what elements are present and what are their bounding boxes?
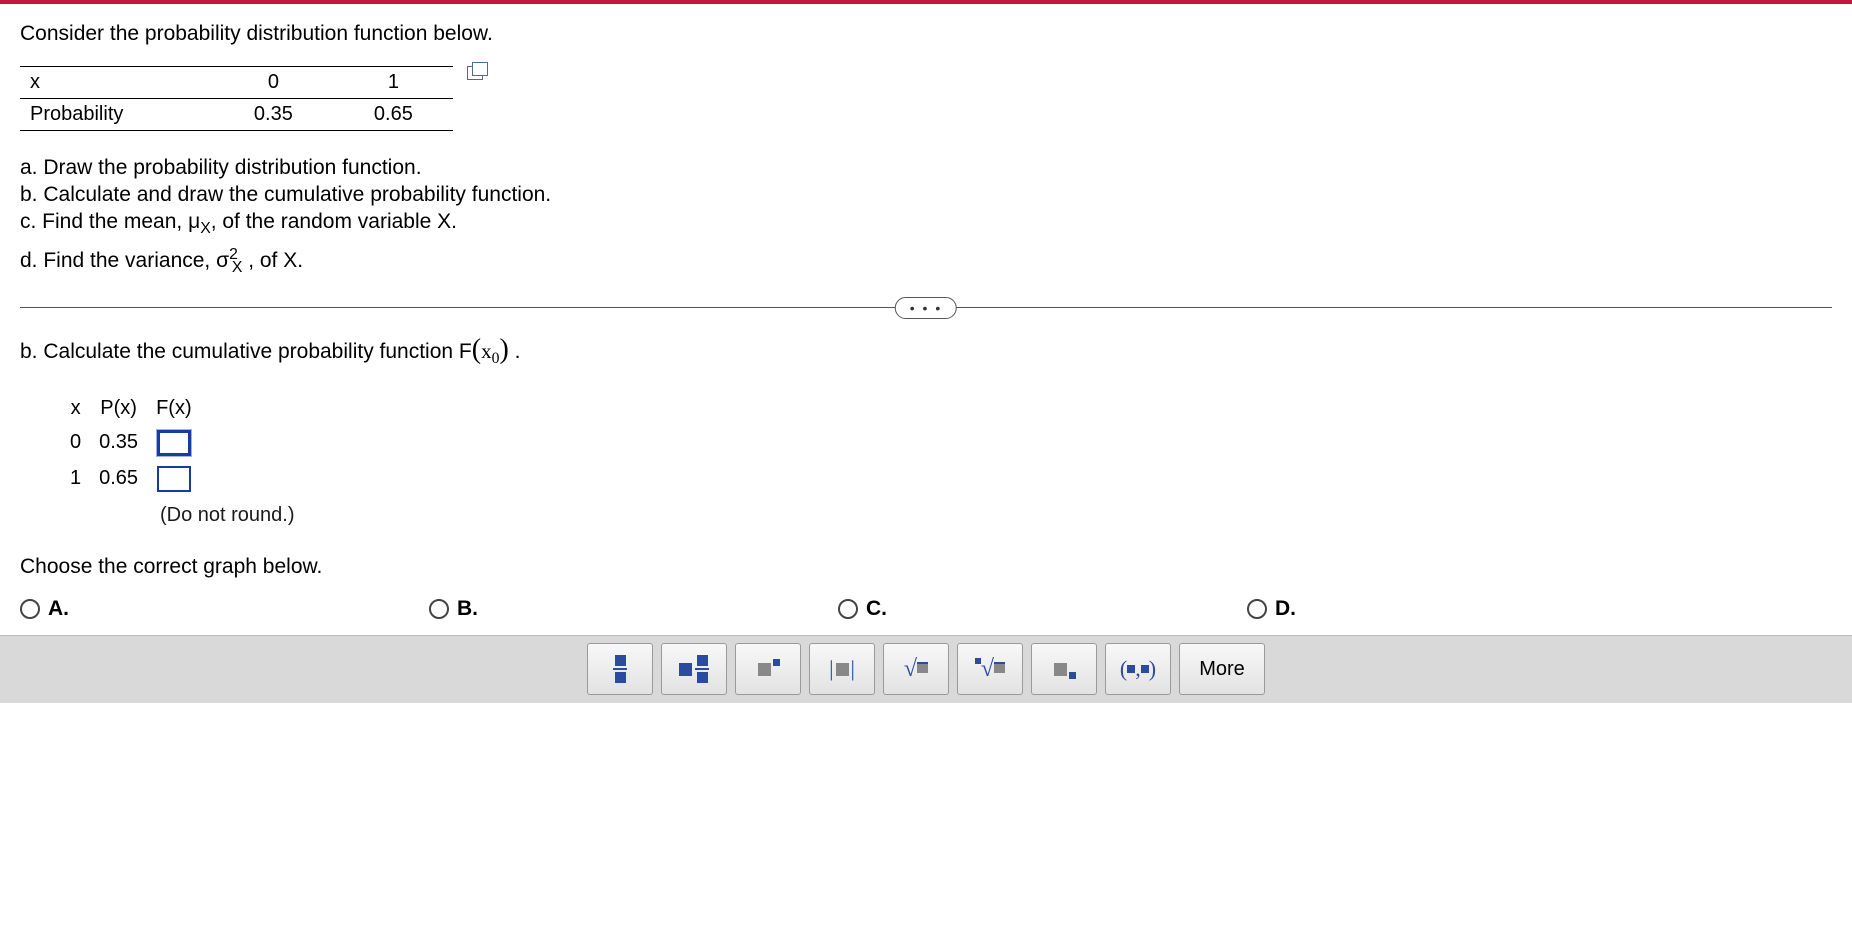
- content-area: Consider the probability distribution fu…: [0, 4, 1852, 621]
- option-b-label: B.: [457, 597, 478, 621]
- fx-input-0[interactable]: [157, 430, 191, 456]
- part-a: a. Draw the probability distribution fun…: [20, 156, 1832, 180]
- section-divider: • • •: [20, 307, 1832, 308]
- graph-options: A. B. C. D.: [20, 597, 1832, 621]
- part-c-text-end: , of the random variable X.: [211, 210, 457, 233]
- part-b: b. Calculate and draw the cumulative pro…: [20, 183, 1832, 207]
- cdf-cell-px: 0.35: [91, 426, 146, 460]
- option-c-label: C.: [866, 597, 887, 621]
- no-round-hint: (Do not round.): [160, 504, 1832, 527]
- part-c: c. Find the mean, μX, of the random vari…: [20, 210, 1832, 238]
- part-d-text-end: , of X.: [242, 249, 303, 272]
- section-b-text-end: .: [509, 340, 521, 363]
- question-prompt: Consider the probability distribution fu…: [20, 22, 1832, 46]
- subscript-x: X: [232, 259, 243, 276]
- arg-x: x: [481, 339, 492, 363]
- option-b[interactable]: B.: [429, 597, 478, 621]
- option-a-label: A.: [48, 597, 69, 621]
- more-button[interactable]: More: [1179, 643, 1265, 695]
- part-d-text: d. Find the variance, σ: [20, 249, 229, 272]
- option-d[interactable]: D.: [1247, 597, 1296, 621]
- ordered-pair-button[interactable]: (,): [1105, 643, 1171, 695]
- fraction-button[interactable]: [587, 643, 653, 695]
- table-cell: 0: [213, 67, 333, 99]
- radio-icon: [429, 599, 449, 619]
- table-cell: 0.65: [333, 99, 453, 131]
- paren-open: (: [472, 334, 481, 365]
- copy-icon[interactable]: [467, 66, 483, 80]
- fx-input-1[interactable]: [157, 466, 191, 492]
- cdf-header-x: x: [62, 393, 89, 424]
- math-toolbar: || √ √ (,) More: [0, 635, 1852, 703]
- cdf-input-cell: [148, 462, 200, 496]
- subscript-x: X: [200, 220, 211, 237]
- section-b-text: b. Calculate the cumulative probability …: [20, 340, 472, 363]
- sqrt-button[interactable]: √: [883, 643, 949, 695]
- question-parts: a. Draw the probability distribution fun…: [20, 156, 1832, 277]
- mixed-fraction-button[interactable]: [661, 643, 727, 695]
- table-header-probability: Probability: [20, 99, 213, 131]
- cdf-header-fx: F(x): [148, 393, 200, 424]
- table-header-x: x: [20, 67, 213, 99]
- radio-icon: [838, 599, 858, 619]
- cdf-table: x P(x) F(x) 0 0.35 1 0.65: [60, 391, 202, 498]
- section-b-prompt: b. Calculate the cumulative probability …: [20, 334, 1832, 368]
- option-a[interactable]: A.: [20, 597, 69, 621]
- cdf-header-px: P(x): [91, 393, 146, 424]
- paren-close: ): [499, 334, 508, 365]
- table-cell: 1: [333, 67, 453, 99]
- option-c[interactable]: C.: [838, 597, 887, 621]
- option-d-label: D.: [1275, 597, 1296, 621]
- table-cell: 0.35: [213, 99, 333, 131]
- choose-graph-label: Choose the correct graph below.: [20, 555, 1832, 579]
- cdf-input-cell: [148, 426, 200, 460]
- subscript-button[interactable]: [1031, 643, 1097, 695]
- expand-pill[interactable]: • • •: [895, 297, 957, 319]
- part-c-text: c. Find the mean, μ: [20, 210, 200, 233]
- probability-table: x 0 1 Probability 0.35 0.65: [20, 66, 453, 131]
- part-d: d. Find the variance, σ2X , of X.: [20, 246, 1832, 277]
- radio-icon: [20, 599, 40, 619]
- cdf-cell-x: 0: [62, 426, 89, 460]
- cdf-cell-px: 0.65: [91, 462, 146, 496]
- nth-root-button[interactable]: √: [957, 643, 1023, 695]
- absolute-value-button[interactable]: ||: [809, 643, 875, 695]
- exponent-button[interactable]: [735, 643, 801, 695]
- radio-icon: [1247, 599, 1267, 619]
- cdf-cell-x: 1: [62, 462, 89, 496]
